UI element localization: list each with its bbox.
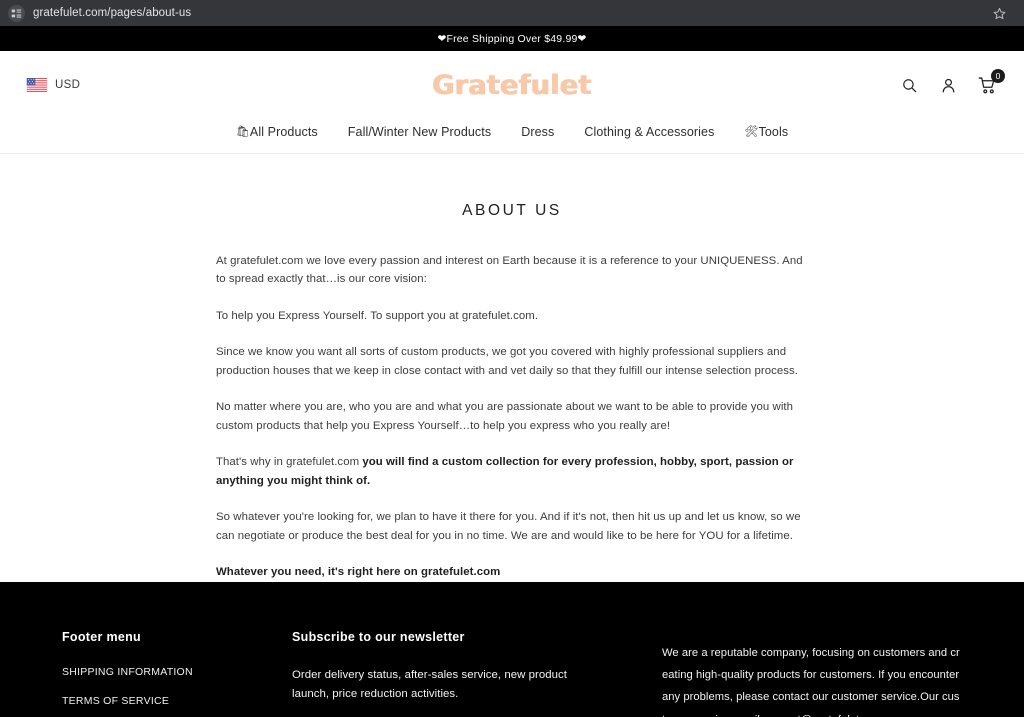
paragraph-2: To help you Express Yourself. To support… — [216, 309, 539, 322]
nav-label: All Products — [249, 125, 318, 139]
footer-link-terms-of-service[interactable]: TERMS OF SERVICE — [62, 695, 292, 707]
browser-toolbar: gratefulet.com/pages/about-us — [0, 0, 1024, 26]
page-title: ABOUT US — [462, 202, 562, 219]
footer-about-text: We are a reputable company, focusing on … — [662, 646, 960, 717]
url-text: gratefulet.com/pages/about-us — [33, 7, 192, 19]
nav-item-all-products[interactable]: 🛍 All Products — [236, 125, 318, 139]
paragraph-5-mixed: That's why in gratefulet.com you will fi… — [216, 453, 808, 490]
site-footer: Footer menu SHIPPING INFORMATION TERMS O… — [0, 581, 1024, 717]
nav-item-clothing-accessories[interactable]: Clothing & Accessories — [584, 125, 714, 139]
header-actions: 0 — [898, 69, 1005, 96]
newsletter-heading: Subscribe to our newsletter — [292, 629, 465, 644]
footer-about-column: We are a reputable company, focusing on … — [592, 630, 962, 717]
tools-icon: 🛠 — [744, 125, 759, 138]
logo-text[interactable]: Gratefulet — [432, 70, 591, 101]
nav-label: Tools — [758, 125, 789, 139]
site-header: USD Gratefulet 0 🛍 All Products Fall/Win… — [0, 51, 1024, 154]
nav-item-fall-winter[interactable]: Fall/Winter New Products — [348, 125, 491, 139]
us-flag-icon — [26, 78, 48, 92]
shopping-bag-icon: 🛍 — [235, 125, 250, 138]
announcement-bar: ❤Free Shipping Over $49.99❤ — [0, 26, 1024, 51]
paragraph-3: Since we know you want all sorts of cust… — [216, 346, 799, 377]
newsletter-column: Subscribe to our newsletter Order delive… — [292, 630, 592, 717]
about-us-body: At gratefulet.com we love every passion … — [216, 252, 808, 582]
footer-menu-column: Footer menu SHIPPING INFORMATION TERMS O… — [62, 630, 292, 717]
footer-menu-heading: Footer menu — [62, 629, 141, 644]
announcement-text: ❤Free Shipping Over $49.99❤ — [437, 32, 587, 45]
address-bar[interactable]: gratefulet.com/pages/about-us — [8, 3, 988, 23]
cart-icon[interactable]: 0 — [976, 69, 1005, 96]
newsletter-description: Order delivery status, after-sales servi… — [292, 668, 567, 701]
footer-link-shipping-information[interactable]: SHIPPING INFORMATION — [62, 666, 292, 678]
header-top-row: USD Gratefulet 0 — [0, 59, 1024, 111]
paragraph-1: At gratefulet.com we love every passion … — [216, 255, 803, 286]
paragraph-5-lead: That's why in gratefulet.com — [216, 456, 363, 469]
currency-selector[interactable]: USD — [26, 78, 80, 92]
search-icon[interactable] — [898, 74, 920, 96]
closing-statement: Whatever you need, it's right here on gr… — [216, 566, 501, 579]
star-icon[interactable] — [988, 2, 1010, 24]
paragraph-6: So whatever you're looking for, we plan … — [216, 511, 801, 542]
currency-label: USD — [55, 79, 81, 91]
site-settings-icon[interactable] — [8, 4, 25, 22]
main-navigation: 🛍 All Products Fall/Winter New Products … — [0, 111, 1024, 153]
main-content: ABOUT US At gratefulet.com we love every… — [0, 154, 1024, 582]
nav-item-dress[interactable]: Dress — [521, 125, 554, 139]
cart-count-badge: 0 — [991, 69, 1005, 83]
account-icon[interactable] — [937, 74, 959, 96]
paragraph-4: No matter where you are, who you are and… — [216, 401, 794, 432]
site-logo: Gratefulet — [0, 70, 1024, 101]
nav-item-tools[interactable]: 🛠 Tools — [744, 125, 788, 139]
